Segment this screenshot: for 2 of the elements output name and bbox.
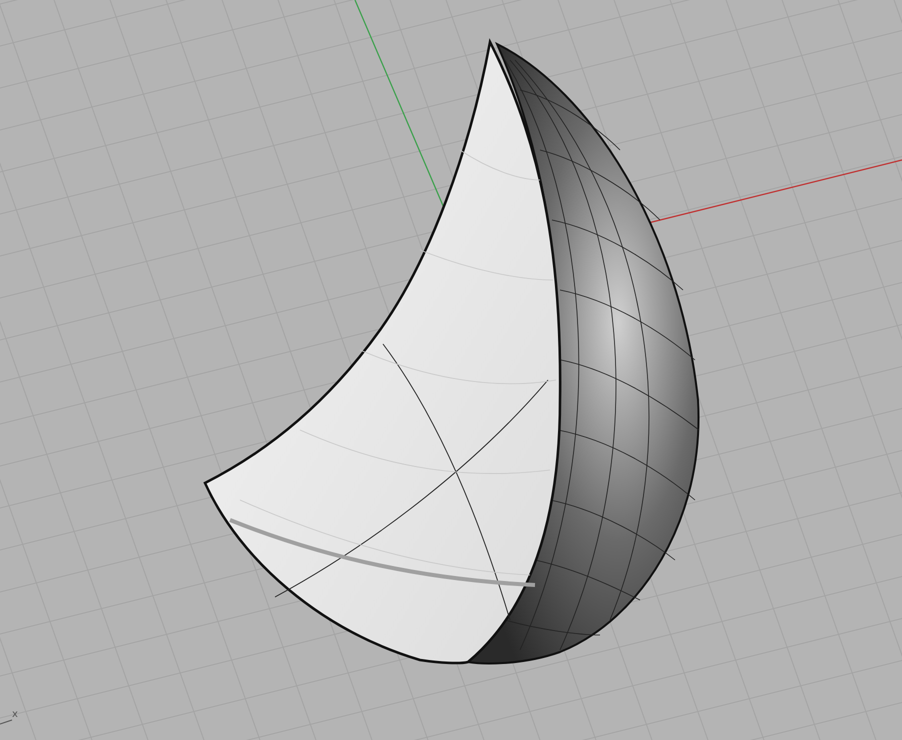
axis-icon	[0, 720, 12, 724]
axis-label: x	[12, 709, 18, 721]
